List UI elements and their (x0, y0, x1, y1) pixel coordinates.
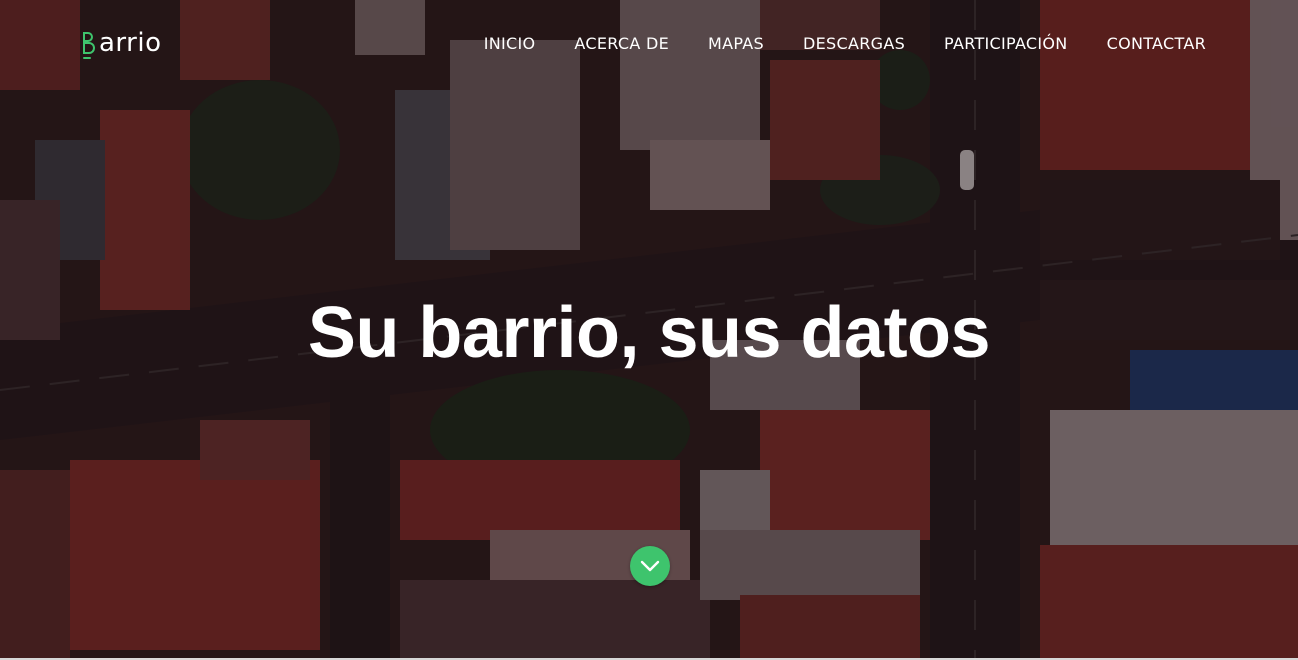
hero-section: arrio INICIO ACERCA DE MAPAS DESCARGAS P… (0, 0, 1298, 660)
main-menu: INICIO ACERCA DE MAPAS DESCARGAS PARTICI… (445, 34, 1206, 54)
scroll-down-button[interactable] (630, 546, 670, 586)
brand-wordmark: arrio (99, 28, 162, 58)
hero-headline: Su barrio, sus datos (307, 293, 991, 373)
nav-item-acerca-de[interactable]: ACERCA DE (574, 34, 669, 54)
brand-logo-link[interactable]: arrio (83, 26, 162, 62)
top-navbar: arrio INICIO ACERCA DE MAPAS DESCARGAS P… (0, 0, 1298, 88)
nav-item-mapas[interactable]: MAPAS (708, 34, 764, 54)
nav-item-descargas[interactable]: DESCARGAS (803, 34, 905, 54)
nav-item-participacion[interactable]: PARTICIPACIÓN (944, 34, 1068, 54)
chevron-down-icon (640, 560, 660, 572)
nav-item-inicio[interactable]: INICIO (484, 34, 536, 54)
barrio-b-logo-icon (83, 26, 97, 60)
nav-item-contactar[interactable]: CONTACTAR (1107, 34, 1206, 54)
